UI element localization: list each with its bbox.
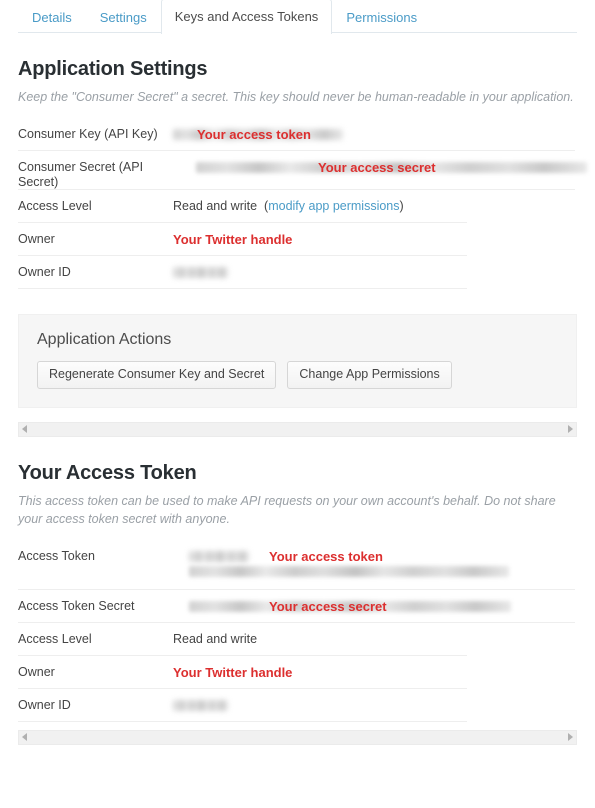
annotation-access-token-secret: Your access secret [269,598,387,614]
field-value-token-access-level: Read and write [173,631,258,646]
annotation-token-owner: Your Twitter handle [173,664,293,680]
redacted-owner-id [173,267,228,279]
change-app-permissions-button[interactable]: Change App Permissions [287,361,452,389]
field-value-owner-id [173,265,577,280]
scroll-left-arrow-icon[interactable] [22,425,27,434]
field-row-access-level: Access Level Read and write (modify app … [18,190,577,224]
access-level-value: Read and write [173,199,258,214]
application-settings-description: Keep the "Consumer Secret" a secret. Thi… [18,90,574,104]
tab-keys-and-access-tokens[interactable]: Keys and Access Tokens [160,0,333,34]
your-access-token-title: Your Access Token [18,461,197,484]
field-value-access-token-secret: Your access secret [173,599,577,614]
redacted-token-owner-id [173,700,228,712]
field-label-access-token: Access Token [18,548,95,563]
field-value-access-level: Read and write (modify app permissions) [173,199,577,214]
horizontal-scrollbar-bottom[interactable] [18,729,577,745]
application-actions-panel: Application Actions Regenerate Consumer … [18,314,577,408]
field-row-owner: Owner Your Twitter handle [18,223,577,257]
application-settings-section: Application Settings Keep the "Consumer … [0,58,595,290]
annotation-owner: Your Twitter handle [173,232,293,248]
field-row-token-owner: Owner Your Twitter handle [18,656,577,689]
field-value-owner: Your Twitter handle [173,232,577,248]
field-value-token-owner-id [173,698,577,713]
field-row-access-token: Access Token Your access token [18,540,577,590]
field-row-owner-id: Owner ID [18,256,577,290]
field-label-access-level: Access Level [18,199,92,214]
field-value-consumer-secret: Your access secret [173,160,587,175]
application-actions-title: Application Actions [37,331,172,349]
application-actions-buttons: Regenerate Consumer Key and Secret Chang… [37,361,558,389]
annotation-consumer-secret: Your access secret [318,160,436,176]
field-label-token-owner-id: Owner ID [18,697,71,712]
scroll-right-arrow-icon[interactable] [568,425,573,434]
field-label-owner-id: Owner ID [18,265,71,280]
horizontal-scrollbar-top[interactable] [18,421,577,437]
field-value-consumer-key: Your access token [173,127,577,142]
annotation-access-token: Your access token [269,548,383,564]
annotation-consumer-key: Your access token [197,127,311,143]
field-row-consumer-secret: Consumer Secret (API Secret) Your access… [18,151,587,191]
field-label-access-token-secret: Access Token Secret [18,598,135,613]
field-label-token-owner: Owner [18,664,55,679]
field-value-access-token: Your access token [173,549,577,583]
field-row-token-access-level: Access Level Read and write [18,623,577,656]
redacted-access-token-line-1 [189,551,249,563]
field-row-token-owner-id: Owner ID [18,689,577,722]
modify-app-permissions-link[interactable]: modify app permissions [268,199,399,213]
field-label-consumer-key: Consumer Key (API Key) [18,127,158,142]
scroll-right-arrow-icon-bottom[interactable] [568,733,573,742]
tab-details[interactable]: Details [18,1,86,34]
page-title: Application Settings [18,58,208,80]
field-label-token-access-level: Access Level [18,631,92,646]
redacted-access-token-line-2 [189,565,509,577]
tab-permissions[interactable]: Permissions [332,1,431,34]
field-label-consumer-secret: Consumer Secret (API Secret) [18,160,144,190]
field-value-token-owner: Your Twitter handle [173,665,577,681]
tab-settings[interactable]: Settings [86,1,161,34]
field-row-access-token-secret: Access Token Secret Your access secret [18,590,577,623]
access-level-paren-close: ) [399,199,404,214]
scroll-left-arrow-icon-bottom[interactable] [22,733,27,742]
your-access-token-description: This access token can be used to make AP… [18,493,556,526]
your-access-token-section: Your Access Token This access token can … [0,462,595,722]
regenerate-consumer-key-and-secret-button[interactable]: Regenerate Consumer Key and Secret [37,361,277,389]
tab-bar: Details Settings Keys and Access Tokens … [0,0,595,34]
field-label-owner: Owner [18,232,55,247]
field-row-consumer-key: Consumer Key (API Key) Your access token [18,118,577,152]
